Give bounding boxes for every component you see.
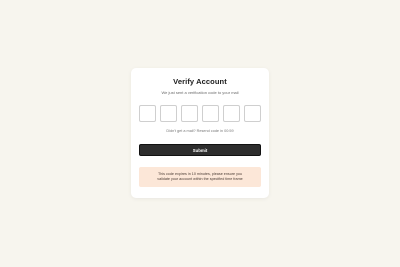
verification-code-inputs	[139, 105, 261, 122]
subtitle-text: We just sent a verification code to your…	[161, 90, 239, 95]
expiry-notice-line-2: validate your account within the specifi…	[157, 177, 243, 181]
code-digit-input-6[interactable]	[244, 105, 261, 122]
submit-button[interactable]: Submit	[139, 144, 261, 156]
code-digit-input-1[interactable]	[139, 105, 156, 122]
expiry-notice: This code expires in 10 minutes, please …	[139, 167, 261, 187]
verify-account-card: Verify Account We just sent a verificati…	[131, 68, 269, 198]
code-digit-input-4[interactable]	[202, 105, 219, 122]
resend-code-text: Didn't get a mail? Resend code in 00:59	[166, 129, 234, 133]
code-digit-input-2[interactable]	[160, 105, 177, 122]
code-digit-input-3[interactable]	[181, 105, 198, 122]
page-title: Verify Account	[173, 77, 227, 86]
code-digit-input-5[interactable]	[223, 105, 240, 122]
